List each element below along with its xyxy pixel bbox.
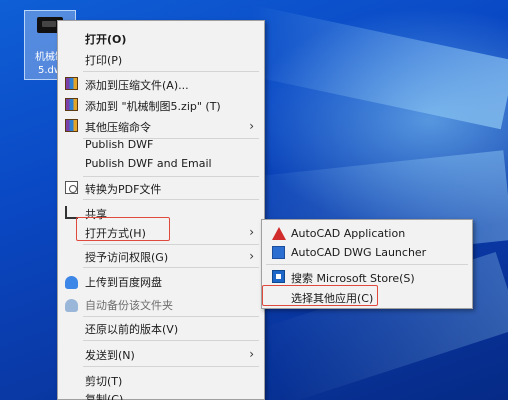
- menu-item-grant-access[interactable]: 授予访问权限(G) ›: [60, 245, 262, 266]
- submenu-item-microsoft-store[interactable]: 搜索 Microsoft Store(S): [264, 266, 470, 287]
- submenu-item-autocad-application[interactable]: AutoCAD Application: [264, 223, 470, 244]
- menu-item-other-compress[interactable]: 其他压缩命令 ›: [60, 115, 262, 136]
- highlight-box-open-with: [76, 217, 170, 241]
- menu-item-print[interactable]: 打印(P): [60, 48, 262, 69]
- menu-item-publish-dwf[interactable]: Publish DWF: [60, 134, 262, 155]
- winrar-icon: [65, 119, 78, 132]
- chevron-right-icon: ›: [249, 119, 254, 133]
- autocad-icon: [272, 227, 286, 240]
- menu-separator: [83, 267, 259, 268]
- pdf-convert-icon: [65, 181, 78, 194]
- menu-separator: [83, 199, 259, 200]
- menu-item-upload-baidu[interactable]: 上传到百度网盘: [60, 270, 262, 291]
- menu-separator: [83, 340, 259, 341]
- winrar-icon: [65, 98, 78, 111]
- baidu-cloud-icon: [65, 299, 78, 312]
- menu-item-restore-versions[interactable]: 还原以前的版本(V): [60, 317, 262, 338]
- menu-item-convert-pdf[interactable]: 转换为PDF文件: [60, 177, 262, 198]
- menu-separator: [83, 71, 259, 72]
- menu-separator: [266, 264, 468, 265]
- menu-item-open[interactable]: 打开(O): [60, 27, 262, 48]
- menu-item-copy[interactable]: 复制(C): [60, 387, 262, 400]
- menu-item-add-to-archive[interactable]: 添加到压缩文件(A)...: [60, 73, 262, 94]
- menu-separator: [83, 366, 259, 367]
- baidu-cloud-icon: [65, 276, 78, 289]
- menu-item-add-to-zip[interactable]: 添加到 "机械制图5.zip" (T): [60, 94, 262, 115]
- context-menu: 打开(O) 打印(P) 添加到压缩文件(A)... 添加到 "机械制图5.zip…: [57, 20, 265, 400]
- menu-item-send-to[interactable]: 发送到(N) ›: [60, 343, 262, 364]
- chevron-right-icon: ›: [249, 347, 254, 361]
- menu-item-auto-backup[interactable]: 自动备份该文件夹: [60, 293, 262, 314]
- chevron-right-icon: ›: [249, 249, 254, 263]
- menu-item-publish-dwf-email[interactable]: Publish DWF and Email: [60, 153, 262, 174]
- chevron-right-icon: ›: [249, 225, 254, 239]
- wallpaper-light-ray: [238, 5, 508, 130]
- submenu-item-dwg-launcher[interactable]: AutoCAD DWG Launcher: [264, 242, 470, 263]
- dwg-launcher-icon: [272, 246, 285, 259]
- microsoft-store-icon: [272, 270, 285, 283]
- highlight-box-choose-other-app: [262, 285, 378, 306]
- winrar-icon: [65, 77, 78, 90]
